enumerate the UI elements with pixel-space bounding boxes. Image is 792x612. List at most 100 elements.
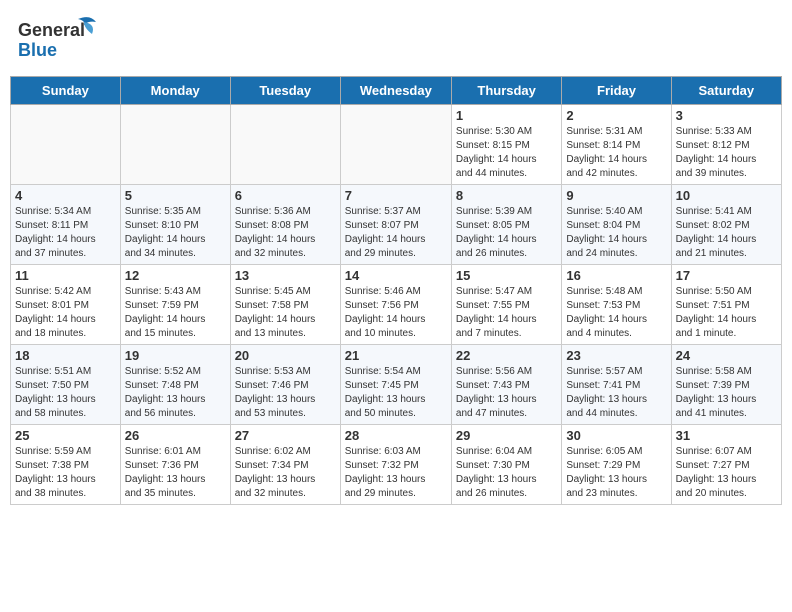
calendar-cell — [11, 105, 121, 185]
calendar-cell: 17Sunrise: 5:50 AM Sunset: 7:51 PM Dayli… — [671, 265, 781, 345]
day-info: Sunrise: 5:41 AM Sunset: 8:02 PM Dayligh… — [676, 205, 777, 261]
day-number: 10 — [676, 188, 777, 203]
day-header-wednesday: Wednesday — [340, 77, 451, 105]
day-number: 25 — [15, 428, 116, 443]
day-info: Sunrise: 5:52 AM Sunset: 7:48 PM Dayligh… — [125, 365, 226, 421]
day-info: Sunrise: 5:30 AM Sunset: 8:15 PM Dayligh… — [456, 125, 557, 181]
day-info: Sunrise: 5:33 AM Sunset: 8:12 PM Dayligh… — [676, 125, 777, 181]
calendar-cell — [340, 105, 451, 185]
day-number: 15 — [456, 268, 557, 283]
day-header-friday: Friday — [562, 77, 671, 105]
day-info: Sunrise: 5:51 AM Sunset: 7:50 PM Dayligh… — [15, 365, 116, 421]
logo: GeneralBlue — [18, 14, 98, 64]
calendar-header-row: SundayMondayTuesdayWednesdayThursdayFrid… — [11, 77, 782, 105]
day-number: 8 — [456, 188, 557, 203]
calendar-week-2: 4 Sunrise: 5:34 AM Sunset: 8:11 PM Daylig… — [11, 185, 782, 265]
calendar-cell: 12 Sunrise: 5:43 AM Sunset: 7:59 PM Dayli… — [120, 265, 230, 345]
day-number: 12 — [125, 268, 226, 283]
calendar-cell: 29 Sunrise: 6:04 AM Sunset: 7:30 PM Dayli… — [451, 425, 561, 505]
day-number: 6 — [235, 188, 336, 203]
calendar-cell: 30 Sunrise: 6:05 AM Sunset: 7:29 PM Dayli… — [562, 425, 671, 505]
calendar-cell: 27 Sunrise: 6:02 AM Sunset: 7:34 PM Dayli… — [230, 425, 340, 505]
day-number: 4 — [15, 188, 116, 203]
calendar-cell: 20Sunrise: 5:53 AM Sunset: 7:46 PM Dayli… — [230, 345, 340, 425]
day-number: 27 — [235, 428, 336, 443]
day-number: 2 — [566, 108, 666, 123]
day-info: Sunrise: 5:36 AM Sunset: 8:08 PM Dayligh… — [235, 205, 336, 261]
calendar-cell: 16Sunrise: 5:48 AM Sunset: 7:53 PM Dayli… — [562, 265, 671, 345]
day-info: Sunrise: 5:47 AM Sunset: 7:55 PM Dayligh… — [456, 285, 557, 341]
calendar-cell — [120, 105, 230, 185]
day-info: Sunrise: 6:05 AM Sunset: 7:29 PM Dayligh… — [566, 445, 666, 501]
day-info: Sunrise: 5:59 AM Sunset: 7:38 PM Dayligh… — [15, 445, 116, 501]
day-info: Sunrise: 5:35 AM Sunset: 8:10 PM Dayligh… — [125, 205, 226, 261]
day-info: Sunrise: 5:46 AM Sunset: 7:56 PM Dayligh… — [345, 285, 447, 341]
day-info: Sunrise: 6:04 AM Sunset: 7:30 PM Dayligh… — [456, 445, 557, 501]
calendar-cell: 24 Sunrise: 5:58 AM Sunset: 7:39 PM Dayli… — [671, 345, 781, 425]
day-number: 7 — [345, 188, 447, 203]
day-number: 23 — [566, 348, 666, 363]
day-header-tuesday: Tuesday — [230, 77, 340, 105]
day-number: 30 — [566, 428, 666, 443]
day-number: 20 — [235, 348, 336, 363]
day-info: Sunrise: 5:31 AM Sunset: 8:14 PM Dayligh… — [566, 125, 666, 181]
calendar-week-1: 1Sunrise: 5:30 AM Sunset: 8:15 PM Daylig… — [11, 105, 782, 185]
day-number: 11 — [15, 268, 116, 283]
day-info: Sunrise: 5:54 AM Sunset: 7:45 PM Dayligh… — [345, 365, 447, 421]
svg-text:Blue: Blue — [18, 40, 57, 60]
day-number: 5 — [125, 188, 226, 203]
day-info: Sunrise: 5:40 AM Sunset: 8:04 PM Dayligh… — [566, 205, 666, 261]
calendar-cell: 26 Sunrise: 6:01 AM Sunset: 7:36 PM Dayli… — [120, 425, 230, 505]
day-number: 19 — [125, 348, 226, 363]
day-info: Sunrise: 5:43 AM Sunset: 7:59 PM Dayligh… — [125, 285, 226, 341]
calendar-cell: 7 Sunrise: 5:37 AM Sunset: 8:07 PM Daylig… — [340, 185, 451, 265]
day-info: Sunrise: 6:03 AM Sunset: 7:32 PM Dayligh… — [345, 445, 447, 501]
calendar-cell: 10 Sunrise: 5:41 AM Sunset: 8:02 PM Dayli… — [671, 185, 781, 265]
day-number: 24 — [676, 348, 777, 363]
day-info: Sunrise: 6:01 AM Sunset: 7:36 PM Dayligh… — [125, 445, 226, 501]
calendar-week-4: 18Sunrise: 5:51 AM Sunset: 7:50 PM Dayli… — [11, 345, 782, 425]
calendar-cell: 5 Sunrise: 5:35 AM Sunset: 8:10 PM Daylig… — [120, 185, 230, 265]
day-number: 14 — [345, 268, 447, 283]
day-info: Sunrise: 5:39 AM Sunset: 8:05 PM Dayligh… — [456, 205, 557, 261]
day-number: 28 — [345, 428, 447, 443]
day-header-monday: Monday — [120, 77, 230, 105]
calendar-cell — [230, 105, 340, 185]
day-number: 26 — [125, 428, 226, 443]
calendar-cell: 23 Sunrise: 5:57 AM Sunset: 7:41 PM Dayli… — [562, 345, 671, 425]
calendar-cell: 8 Sunrise: 5:39 AM Sunset: 8:05 PM Daylig… — [451, 185, 561, 265]
day-info: Sunrise: 5:42 AM Sunset: 8:01 PM Dayligh… — [15, 285, 116, 341]
svg-text:General: General — [18, 20, 85, 40]
calendar-cell: 3Sunrise: 5:33 AM Sunset: 8:12 PM Daylig… — [671, 105, 781, 185]
day-number: 29 — [456, 428, 557, 443]
calendar-cell: 28 Sunrise: 6:03 AM Sunset: 7:32 PM Dayli… — [340, 425, 451, 505]
day-number: 17 — [676, 268, 777, 283]
day-number: 9 — [566, 188, 666, 203]
calendar-cell: 15 Sunrise: 5:47 AM Sunset: 7:55 PM Dayli… — [451, 265, 561, 345]
calendar-cell: 21Sunrise: 5:54 AM Sunset: 7:45 PM Dayli… — [340, 345, 451, 425]
calendar-cell: 6 Sunrise: 5:36 AM Sunset: 8:08 PM Daylig… — [230, 185, 340, 265]
calendar-cell: 19 Sunrise: 5:52 AM Sunset: 7:48 PM Dayli… — [120, 345, 230, 425]
calendar-cell: 25 Sunrise: 5:59 AM Sunset: 7:38 PM Dayli… — [11, 425, 121, 505]
calendar-cell: 31Sunrise: 6:07 AM Sunset: 7:27 PM Dayli… — [671, 425, 781, 505]
day-info: Sunrise: 6:02 AM Sunset: 7:34 PM Dayligh… — [235, 445, 336, 501]
day-number: 16 — [566, 268, 666, 283]
calendar-cell: 13Sunrise: 5:45 AM Sunset: 7:58 PM Dayli… — [230, 265, 340, 345]
day-info: Sunrise: 5:34 AM Sunset: 8:11 PM Dayligh… — [15, 205, 116, 261]
day-number: 31 — [676, 428, 777, 443]
calendar-week-3: 11 Sunrise: 5:42 AM Sunset: 8:01 PM Dayli… — [11, 265, 782, 345]
calendar-cell: 9 Sunrise: 5:40 AM Sunset: 8:04 PM Daylig… — [562, 185, 671, 265]
day-header-thursday: Thursday — [451, 77, 561, 105]
calendar-table: SundayMondayTuesdayWednesdayThursdayFrid… — [10, 76, 782, 505]
calendar-cell: 11 Sunrise: 5:42 AM Sunset: 8:01 PM Dayli… — [11, 265, 121, 345]
calendar-cell: 1Sunrise: 5:30 AM Sunset: 8:15 PM Daylig… — [451, 105, 561, 185]
day-number: 13 — [235, 268, 336, 283]
page-header: GeneralBlue — [10, 10, 782, 68]
day-info: Sunrise: 5:57 AM Sunset: 7:41 PM Dayligh… — [566, 365, 666, 421]
calendar-cell: 18Sunrise: 5:51 AM Sunset: 7:50 PM Dayli… — [11, 345, 121, 425]
calendar-week-5: 25 Sunrise: 5:59 AM Sunset: 7:38 PM Dayli… — [11, 425, 782, 505]
calendar-cell: 22Sunrise: 5:56 AM Sunset: 7:43 PM Dayli… — [451, 345, 561, 425]
day-info: Sunrise: 5:37 AM Sunset: 8:07 PM Dayligh… — [345, 205, 447, 261]
day-info: Sunrise: 5:58 AM Sunset: 7:39 PM Dayligh… — [676, 365, 777, 421]
day-header-sunday: Sunday — [11, 77, 121, 105]
